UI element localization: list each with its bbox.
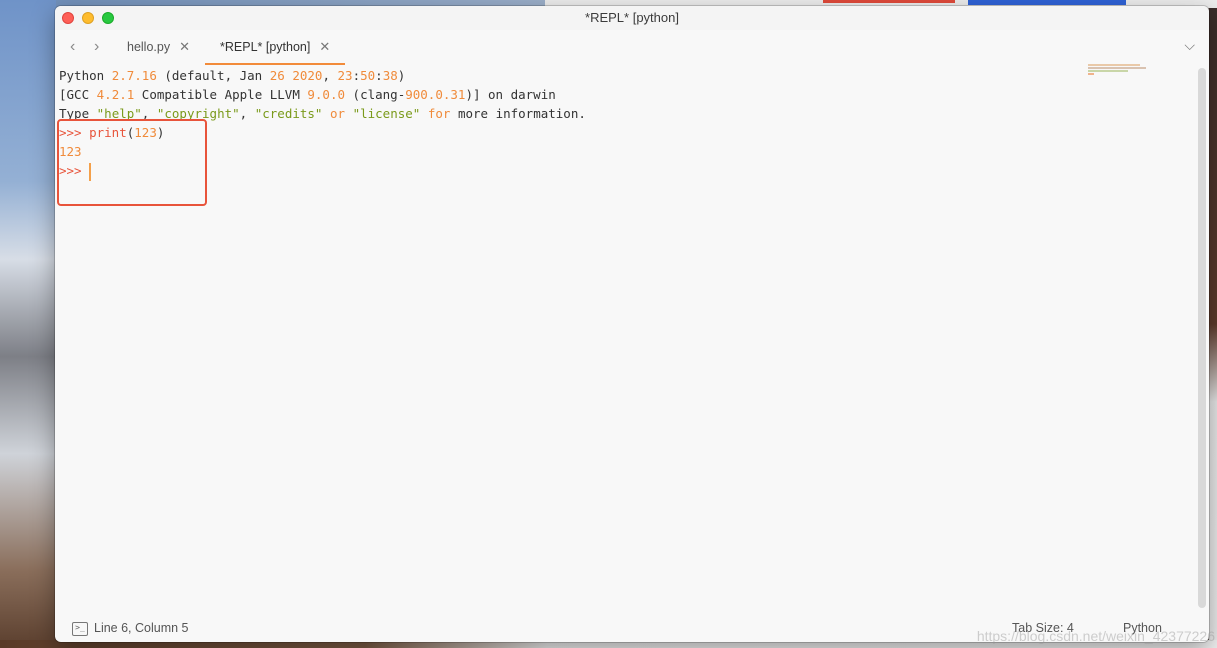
back-arrow-icon[interactable]: ‹ bbox=[70, 38, 75, 56]
forward-arrow-icon[interactable]: › bbox=[94, 38, 99, 56]
background-window-blue-strip bbox=[968, 0, 1126, 5]
tab-bar: ‹ › hello.py ✕ *REPL* [python] ✕ ⌵ bbox=[55, 30, 1209, 65]
editor-window: *REPL* [python] ‹ › hello.py ✕ *REPL* [py… bbox=[55, 6, 1209, 642]
maximize-window-button[interactable] bbox=[102, 12, 114, 24]
banner-line: [GCC 4.2.1 Compatible Apple LLVM 9.0.0 (… bbox=[59, 87, 556, 102]
output-line: 123 bbox=[59, 144, 82, 159]
watermark: https://blog.csdn.net/weixin_42377226 bbox=[976, 628, 1215, 644]
cursor-position[interactable]: Line 6, Column 5 bbox=[94, 614, 189, 642]
chevron-down-icon[interactable]: ⌵ bbox=[1184, 37, 1195, 54]
active-prompt-line[interactable]: >>> bbox=[59, 161, 1189, 181]
console-icon[interactable]: >_ bbox=[72, 622, 88, 636]
window-controls bbox=[62, 12, 114, 24]
input-line: >>> print(123) bbox=[59, 125, 165, 140]
vertical-scrollbar[interactable] bbox=[1198, 68, 1206, 608]
tab-label: *REPL* [python] bbox=[220, 40, 311, 54]
tab-label: hello.py bbox=[127, 40, 171, 54]
minimap[interactable] bbox=[1088, 64, 1146, 76]
repl-console[interactable]: Python 2.7.16 (default, Jan 26 2020, 23:… bbox=[59, 66, 1189, 606]
close-tab-icon[interactable]: ✕ bbox=[179, 39, 190, 54]
title-bar: *REPL* [python] bbox=[55, 6, 1209, 30]
tab-repl-python[interactable]: *REPL* [python] ✕ bbox=[205, 30, 346, 65]
close-tab-icon[interactable]: ✕ bbox=[319, 39, 330, 54]
banner-line: Type "help", "copyright", "credits" or "… bbox=[59, 106, 586, 121]
tab-hello-py[interactable]: hello.py ✕ bbox=[127, 30, 190, 63]
banner-line: Python 2.7.16 (default, Jan 26 2020, 23:… bbox=[59, 68, 406, 83]
annotation-highlight-box bbox=[57, 119, 207, 206]
background-window-red-strip bbox=[823, 0, 955, 3]
minimize-window-button[interactable] bbox=[82, 12, 94, 24]
desktop-background-right bbox=[1209, 0, 1217, 648]
desktop-background-left bbox=[0, 0, 56, 648]
close-window-button[interactable] bbox=[62, 12, 74, 24]
window-title: *REPL* [python] bbox=[585, 10, 679, 25]
